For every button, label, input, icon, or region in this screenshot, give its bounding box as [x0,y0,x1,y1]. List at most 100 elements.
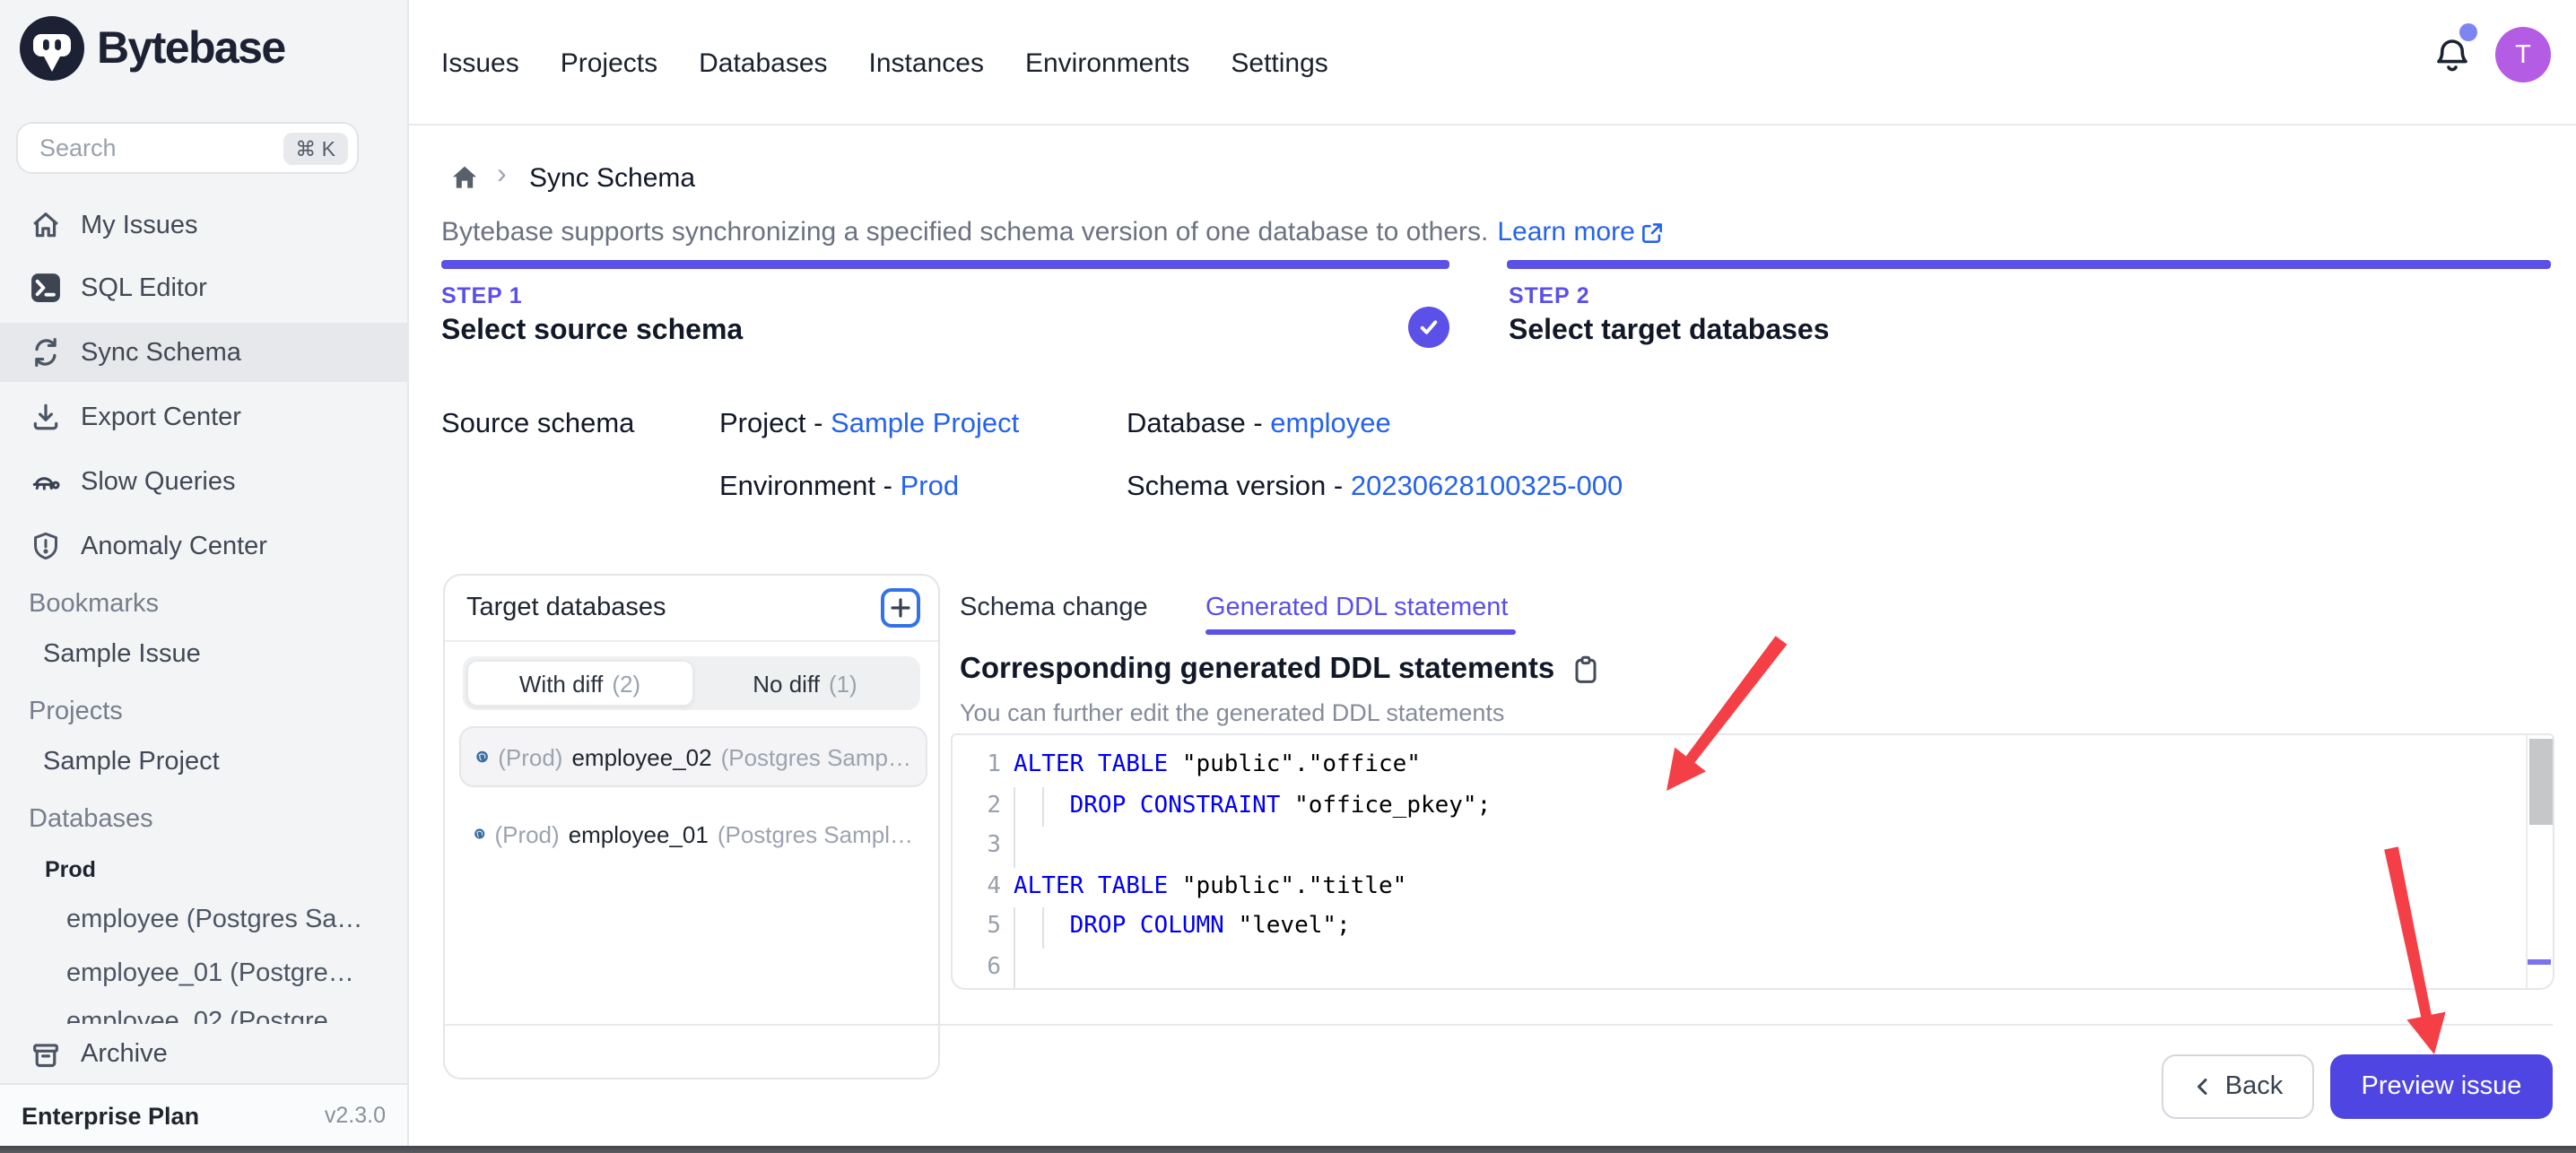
source-project: Project - Sample Project [719,409,1019,441]
target-db-employee-01[interactable]: (Prod) employee_01 (Postgres Sampl… [459,803,927,864]
ddl-heading: Corresponding generated DDL statements [960,653,1554,687]
postgres-icon [474,821,485,846]
sidebar-item-db-employee[interactable]: employee (Postgres Sa… [66,906,393,934]
ddl-heading-row: Corresponding generated DDL statements [960,653,1599,687]
sidebar-item-export-center[interactable]: Export Center [0,387,409,446]
breadcrumb: Sync Schema [529,163,695,194]
schema-version-link[interactable]: 20230628100325-000 [1351,472,1623,502]
ddl-subheading: You can further edit the generated DDL s… [960,699,1504,726]
footer-divider [443,1024,2553,1026]
logo[interactable]: Bytebase [20,16,285,81]
terminal-icon [30,273,61,303]
tab-no-diff[interactable]: No diff (1) [693,660,917,707]
source-environment: Environment - Prod [719,472,959,504]
step2-title: Select target databases [1509,316,1830,348]
topnav-settings[interactable]: Settings [1231,48,1327,78]
code-line: ALTER TABLE "public"."office" [1014,746,1421,786]
avatar[interactable]: T [2495,27,2551,82]
project-link[interactable]: Sample Project [831,409,1019,439]
sidebar-item-db-employee-02[interactable]: employee_02 (Postgre [66,1008,393,1024]
learn-more-link[interactable]: Learn more [1497,217,1665,247]
active-tab-underline [1205,629,1516,634]
download-icon [30,402,61,432]
line-number: 6 [953,948,1001,988]
bytebase-app: Bytebase ⌘ K My Issues SQL Editor Sync S… [0,0,2576,1153]
database-list: employee (Postgres Sa… employee_01 (Post… [0,897,407,1024]
step2-label: STEP 2 [1509,283,1590,308]
database-link[interactable]: employee [1270,409,1390,439]
target-card-title: Target databases [466,594,666,622]
sidebar-item-archive[interactable]: Archive [0,1029,409,1079]
bytebase-logo-icon [20,16,84,81]
postgres-icon [475,744,489,769]
topnav-projects[interactable]: Projects [561,48,657,78]
sidebar: Bytebase ⌘ K My Issues SQL Editor Sync S… [0,0,409,1153]
plan-name: Enterprise Plan [22,1102,199,1129]
tab-generated-ddl[interactable]: Generated DDL statement [1205,594,1508,622]
topnav-issues[interactable]: Issues [441,48,519,78]
target-card-header: Target databases [445,576,938,642]
search-shortcut-badge: ⌘ K [283,132,348,164]
window-bottom-edge [0,1146,2576,1153]
sidebar-item-slow-queries[interactable]: Slow Queries [0,452,409,511]
line-number: 5 [953,907,1001,948]
shield-exclamation-icon [30,531,61,561]
section-projects: Projects [29,698,123,726]
scrollbar-thumb[interactable] [2528,739,2552,825]
ddl-code-editor[interactable]: 1 ALTER TABLE "public"."office" 2 DROP C… [951,733,2554,990]
code-line: ALTER TABLE "public"."title" [1014,867,1406,907]
notification-dot [2459,23,2477,41]
plan-footer[interactable]: Enterprise Plan v2.3.0 [0,1083,407,1146]
sync-icon [30,337,61,368]
editor-scrollbar[interactable] [2526,735,2553,988]
source-schema-label: Source schema [441,409,634,441]
copy-icon[interactable] [1571,655,1599,685]
top-nav: Issues Projects Databases Instances Envi… [441,0,1328,126]
topnav-instances[interactable]: Instances [869,48,984,78]
line-number: 1 [953,746,1001,786]
line-number: 3 [953,827,1001,867]
page-description: Bytebase supports synchronizing a specif… [441,217,1666,247]
logo-wordmark: Bytebase [97,22,285,74]
environment-link[interactable]: Prod [901,472,960,502]
sidebar-item-my-issues[interactable]: My Issues [0,195,409,255]
section-databases: Databases [29,805,153,834]
app-version: v2.3.0 [325,1103,386,1128]
sidebar-item-sample-project[interactable]: Sample Project [43,748,220,776]
line-number: 4 [953,867,1001,907]
diff-tabs: With diff (2) No diff (1) [463,656,920,710]
code-line: DROP COLUMN "level"; [1014,907,1351,948]
target-databases-card: Target databases With diff (2) No diff (… [443,574,940,1079]
archive-box-icon [30,1039,61,1070]
step1-progress-bar [441,260,1449,268]
step-check-icon [1408,307,1449,348]
step2-progress-bar [1507,260,2551,268]
code-line: DROP CONSTRAINT "office_pkey"; [1014,786,1491,827]
overview-ruler-mark [2528,959,2551,964]
sidebar-item-sample-issue[interactable]: Sample Issue [43,640,201,669]
breadcrumb-home-icon[interactable] [450,163,479,192]
back-button[interactable]: Back [2162,1054,2314,1119]
target-db-employee-02[interactable]: (Prod) employee_02 (Postgres Samp… [459,726,927,787]
topnav-environments[interactable]: Environments [1025,48,1189,78]
source-database: Database - employee [1127,409,1391,441]
indent-guide [1014,827,1015,867]
topnav-databases[interactable]: Databases [699,48,827,78]
database-group-prod: Prod [45,857,96,882]
sidebar-item-anomaly-center[interactable]: Anomaly Center [0,516,409,576]
line-number: 2 [953,786,1001,827]
chevron-left-icon [2193,1076,2215,1097]
preview-issue-button[interactable]: Preview issue [2330,1054,2553,1119]
turtle-icon [30,466,61,497]
search-input[interactable] [36,133,283,163]
section-bookmarks: Bookmarks [29,590,159,619]
tab-with-diff[interactable]: With diff (2) [466,660,693,707]
bell-icon[interactable] [2432,36,2472,75]
search-box[interactable]: ⌘ K [16,122,359,174]
step1-title: Select source schema [441,316,743,348]
sidebar-item-db-employee-01[interactable]: employee_01 (Postgre… [66,959,393,988]
tab-schema-change[interactable]: Schema change [960,594,1148,622]
sidebar-item-sql-editor[interactable]: SQL Editor [0,258,409,317]
sidebar-item-sync-schema[interactable]: Sync Schema [0,323,409,382]
add-target-database-button[interactable] [881,588,920,628]
